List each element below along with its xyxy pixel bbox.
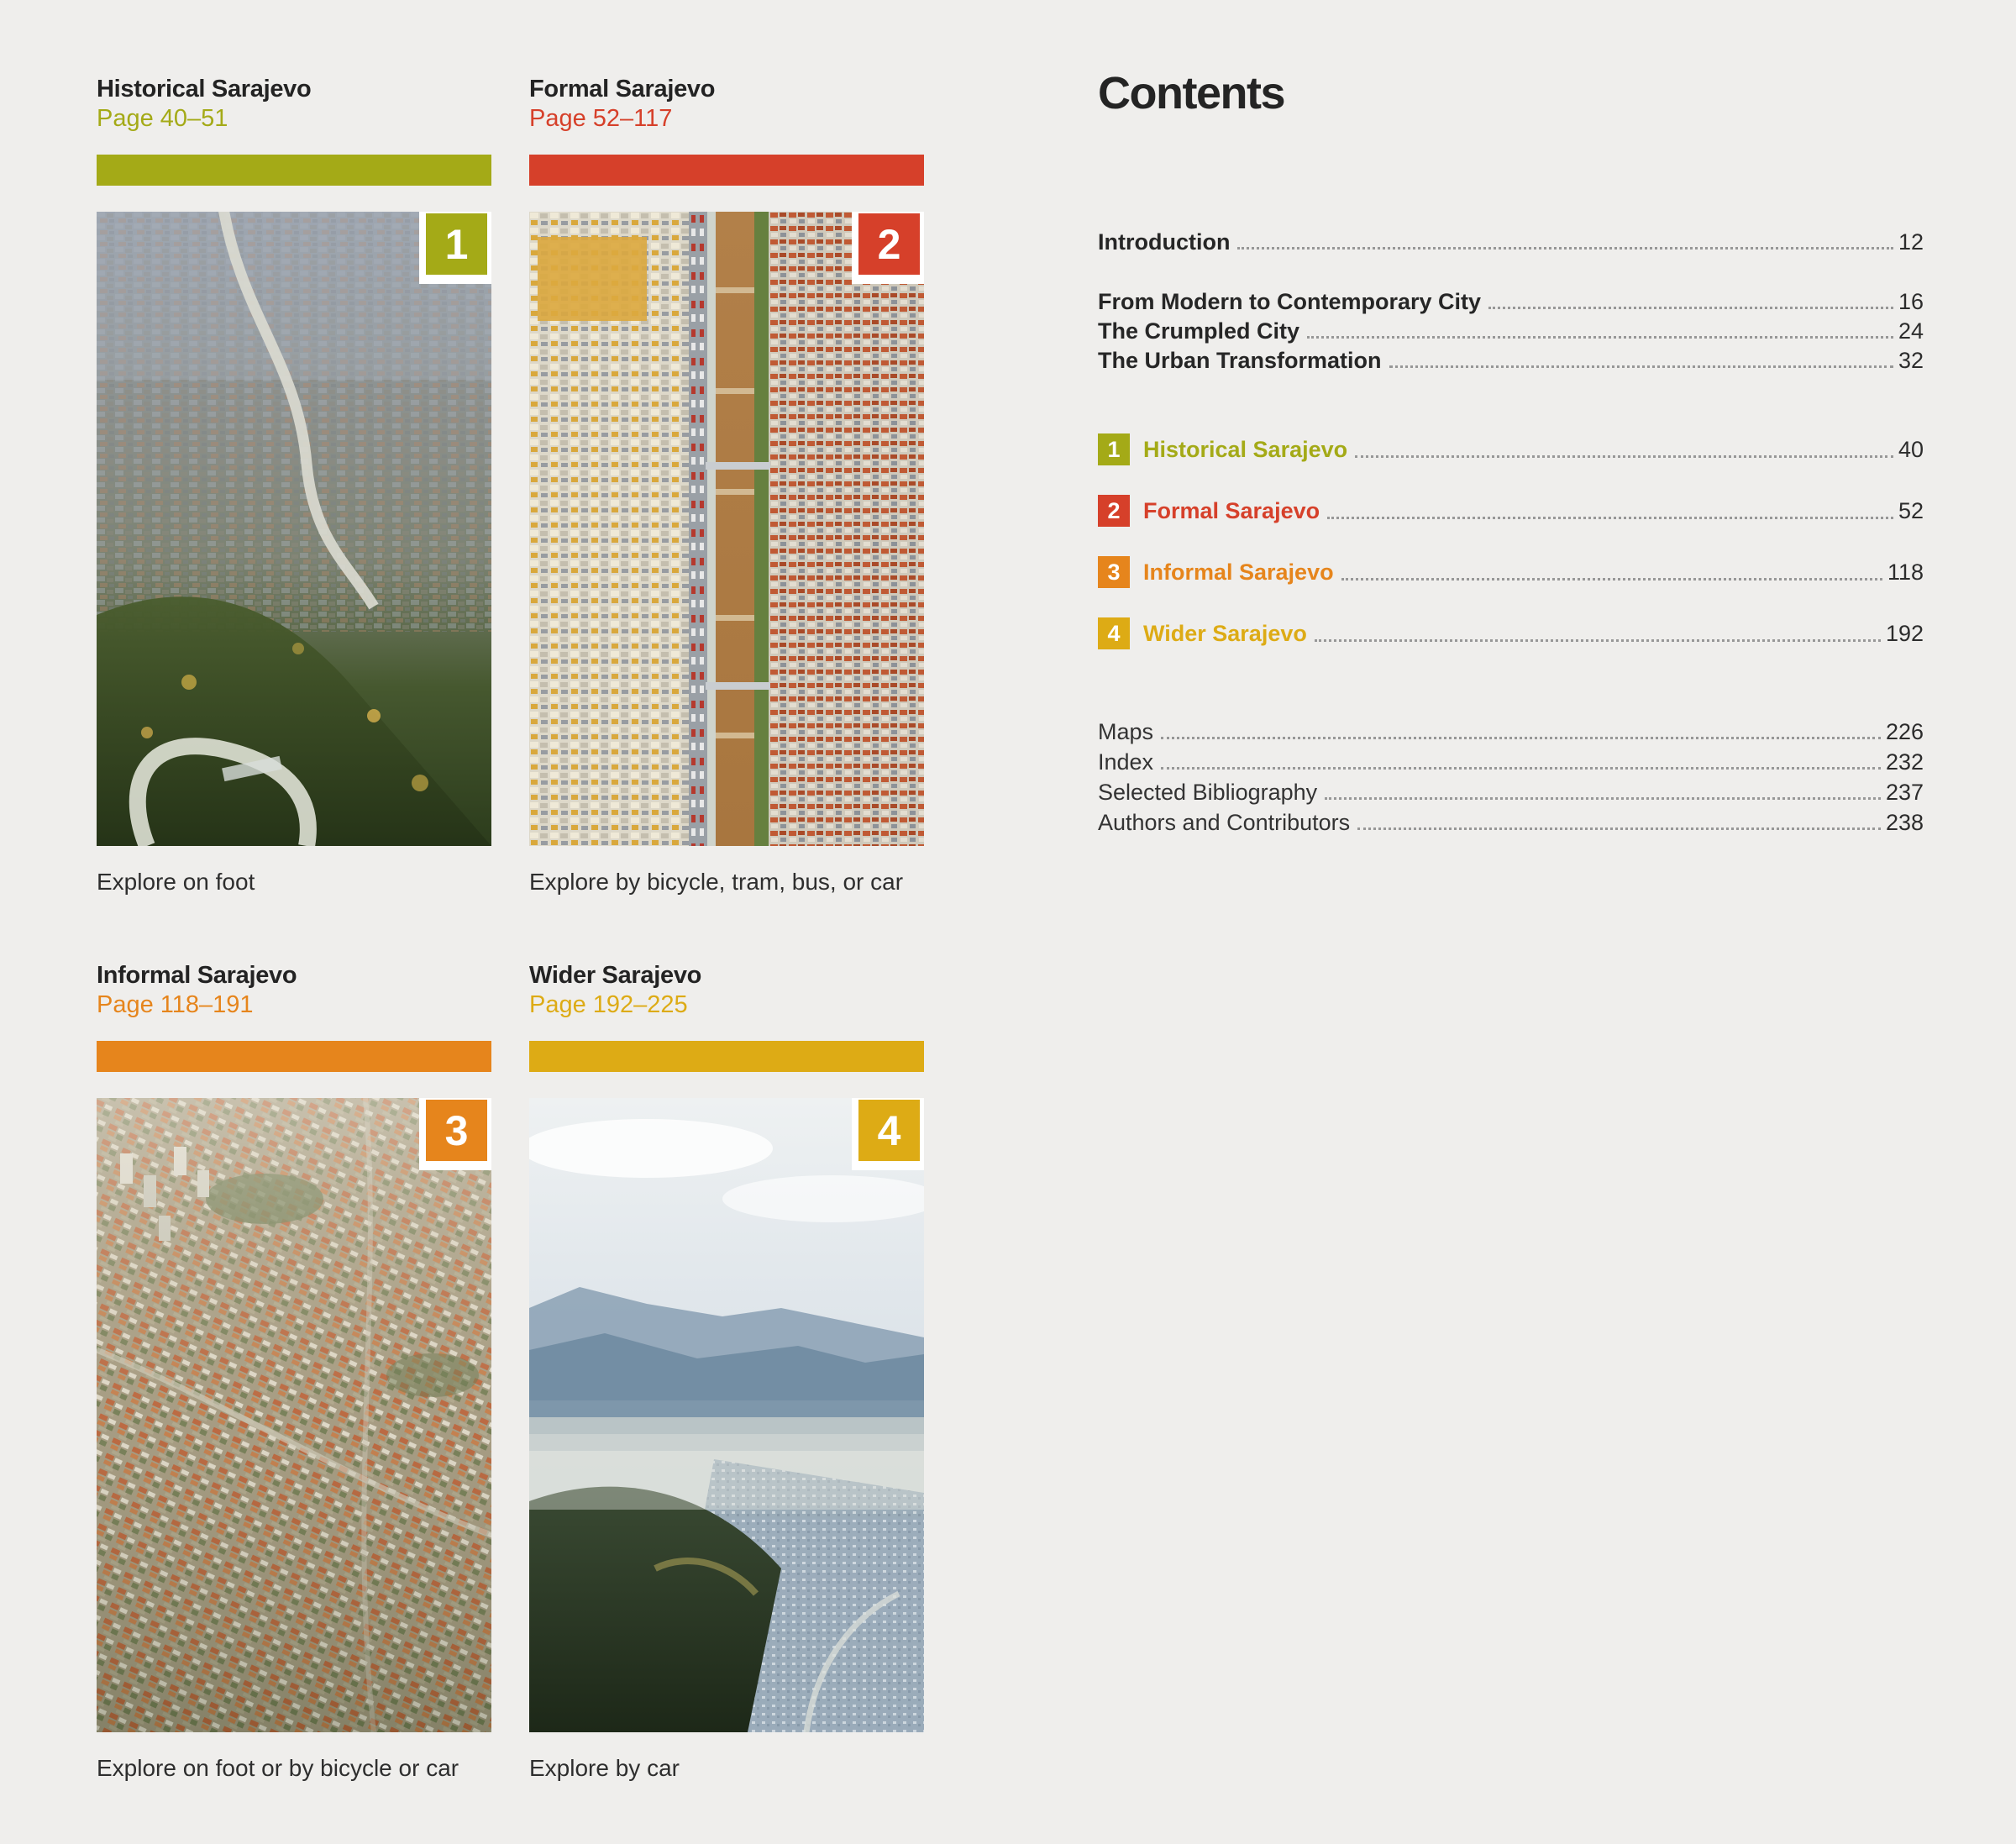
section-card-formal: Formal Sarajevo Page 52–117: [529, 74, 924, 896]
photo-illustration: [529, 1098, 924, 1732]
toc-number-badge: 3: [1098, 556, 1130, 588]
photo-historical-sarajevo: 1: [97, 212, 491, 846]
photo-number-badge: 4: [858, 1100, 920, 1161]
toc-number-badge: 4: [1098, 617, 1130, 649]
toc-label: From Modern to Contemporary City: [1098, 291, 1481, 313]
toc-label: Maps: [1098, 721, 1153, 743]
photo-illustration: [97, 1098, 491, 1732]
toc-row-historical-sarajevo: 1 Historical Sarajevo 40: [1098, 433, 1924, 465]
section-color-bar: [97, 1041, 491, 1072]
dotted-leader: [1355, 455, 1893, 458]
toc-row-modern-contemporary: From Modern to Contemporary City 16: [1098, 291, 1924, 313]
photo-number-badge: 3: [426, 1100, 487, 1161]
toc-page-number: 52: [1898, 500, 1924, 523]
section-card-wider: Wider Sarajevo Page 192–225: [529, 960, 924, 1782]
toc-page-number: 232: [1886, 751, 1924, 774]
toc-label: The Urban Transformation: [1098, 349, 1382, 372]
section-caption: Explore by bicycle, tram, bus, or car: [529, 869, 924, 896]
section-page-range: Page 52–117: [529, 104, 924, 133]
dotted-leader: [1307, 336, 1893, 339]
toc-page-number: 16: [1898, 291, 1924, 313]
toc-row-index: Index 232: [1098, 751, 1924, 774]
section-card-historical: Historical Sarajevo Page 40–51: [97, 74, 491, 896]
toc-row-selected-bibliography: Selected Bibliography 237: [1098, 781, 1924, 804]
photo-number-frame: 4: [852, 1098, 924, 1170]
toc-page-number: 12: [1898, 231, 1924, 254]
photo-formal-sarajevo: 2: [529, 212, 924, 846]
photo-number-frame: 3: [419, 1098, 491, 1170]
toc-row-maps: Maps 226: [1098, 721, 1924, 743]
section-color-bar: [97, 155, 491, 186]
section-page-range: Page 118–191: [97, 990, 491, 1019]
toc-row-formal-sarajevo: 2 Formal Sarajevo 52: [1098, 495, 1924, 527]
photo-wider-sarajevo: 4: [529, 1098, 924, 1732]
toc-label: Authors and Contributors: [1098, 812, 1350, 834]
section-caption: Explore on foot or by bicycle or car: [97, 1755, 491, 1782]
section-page-range: Page 40–51: [97, 104, 491, 133]
section-title: Wider Sarajevo: [529, 960, 924, 990]
dotted-leader: [1327, 517, 1893, 519]
contents-back-matter: Maps 226 Index 232 Selected Bibliography…: [1098, 721, 1924, 842]
toc-label: Informal Sarajevo: [1143, 561, 1334, 584]
photo-informal-sarajevo: 3: [97, 1098, 491, 1732]
toc-label: Index: [1098, 751, 1153, 774]
dotted-leader: [1325, 797, 1881, 800]
section-title: Informal Sarajevo: [97, 960, 491, 990]
toc-row-authors-contributors: Authors and Contributors 238: [1098, 812, 1924, 834]
toc-page-number: 192: [1886, 623, 1924, 645]
toc-row-informal-sarajevo: 3 Informal Sarajevo 118: [1098, 556, 1924, 588]
section-caption: Explore by car: [529, 1755, 924, 1782]
dotted-leader: [1315, 639, 1881, 642]
toc-label: Historical Sarajevo: [1143, 439, 1347, 461]
dotted-leader: [1357, 827, 1881, 830]
contents-section-list: 1 Historical Sarajevo 40 2 Formal Saraje…: [1098, 433, 1924, 679]
toc-row-wider-sarajevo: 4 Wider Sarajevo 192: [1098, 617, 1924, 649]
toc-number-badge: 2: [1098, 495, 1130, 527]
section-title: Historical Sarajevo: [97, 74, 491, 104]
section-color-bar: [529, 155, 924, 186]
toc-label: Wider Sarajevo: [1143, 623, 1307, 645]
photo-illustration: [529, 212, 924, 846]
dotted-leader: [1389, 365, 1893, 368]
section-card-informal: Informal Sarajevo Page 118–191: [97, 960, 491, 1782]
photo-illustration: [97, 212, 491, 846]
toc-page-number: 32: [1898, 349, 1924, 372]
toc-label: Selected Bibliography: [1098, 781, 1317, 804]
dotted-leader: [1161, 767, 1881, 770]
toc-page-number: 40: [1898, 439, 1924, 461]
section-title: Formal Sarajevo: [529, 74, 924, 104]
toc-page-number: 226: [1886, 721, 1924, 743]
toc-label: Introduction: [1098, 231, 1230, 254]
toc-row-introduction: Introduction 12: [1098, 231, 1924, 254]
toc-row-urban-transformation: The Urban Transformation 32: [1098, 349, 1924, 372]
photo-number-badge: 1: [426, 213, 487, 275]
contents-panel: Contents Introduction 12 From Modern to …: [1098, 71, 1924, 116]
photo-number-frame: 1: [419, 212, 491, 284]
dotted-leader: [1161, 737, 1881, 739]
section-page-range: Page 192–225: [529, 990, 924, 1019]
toc-label: The Crumpled City: [1098, 320, 1299, 343]
contents-front-matter: Introduction 12 From Modern to Contempor…: [1098, 231, 1924, 379]
section-caption: Explore on foot: [97, 869, 491, 896]
dotted-leader: [1488, 307, 1893, 309]
toc-page-number: 237: [1886, 781, 1924, 804]
toc-row-crumpled-city: The Crumpled City 24: [1098, 320, 1924, 343]
photo-number-badge: 2: [858, 213, 920, 275]
section-color-bar: [529, 1041, 924, 1072]
contents-title: Contents: [1098, 71, 1924, 116]
toc-label: Formal Sarajevo: [1143, 500, 1320, 523]
dotted-leader: [1237, 247, 1893, 250]
toc-number-badge: 1: [1098, 433, 1130, 465]
photo-number-frame: 2: [852, 212, 924, 284]
toc-page-number: 238: [1886, 812, 1924, 834]
toc-page-number: 118: [1887, 561, 1924, 584]
toc-page-number: 24: [1898, 320, 1924, 343]
dotted-leader: [1341, 578, 1882, 581]
